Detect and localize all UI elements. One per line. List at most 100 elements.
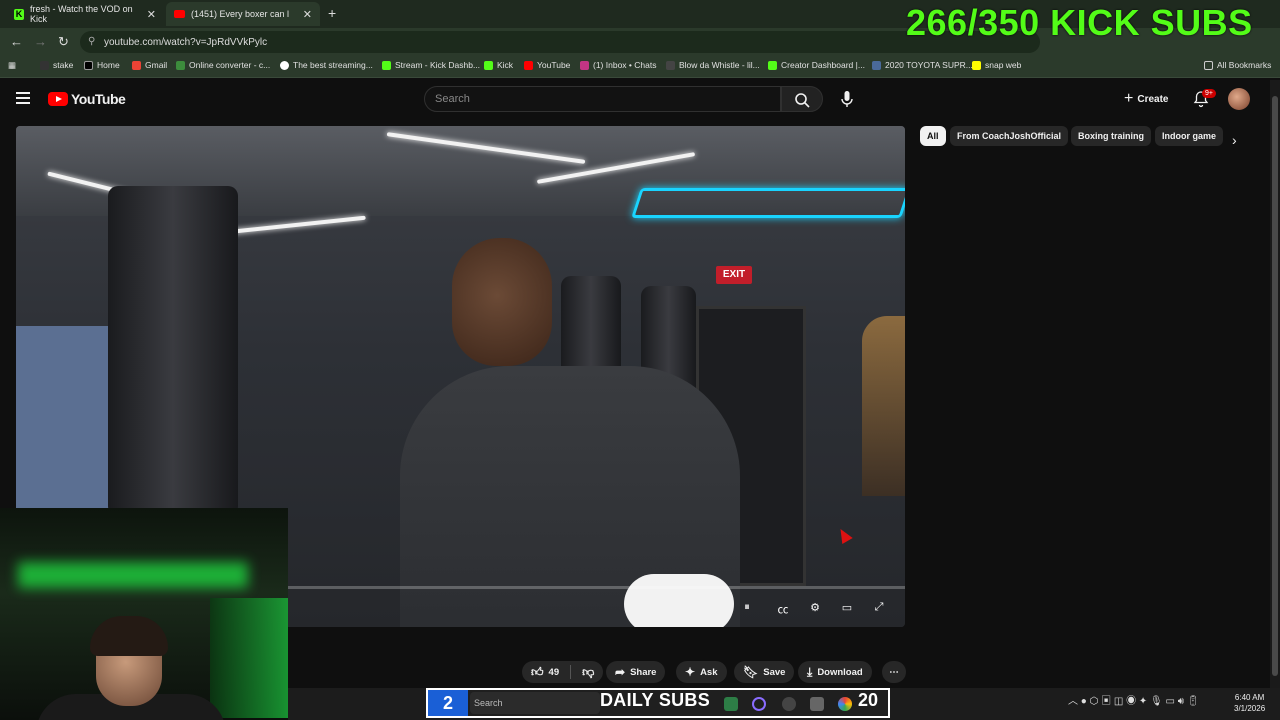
youtube-logo[interactable]: YouTube [48, 91, 126, 107]
folder-icon [1204, 60, 1213, 70]
music-icon [666, 60, 675, 70]
url-field[interactable]: ⚲ youtube.com/watch?v=JpRdVVkPylc [80, 31, 1040, 53]
close-tab-icon[interactable]: ✕ [303, 8, 312, 21]
like-count[interactable]: 49 [549, 667, 560, 678]
chip-from-coachjoshofficial[interactable]: From CoachJoshOfficial [950, 126, 1069, 146]
bookmark-toyota[interactable]: 2020 TOYOTA SUPR... [872, 60, 973, 70]
bookmark-online-converter[interactable]: Online converter - c... [176, 60, 270, 70]
settings-gear-icon[interactable]: ⚙ [806, 601, 824, 617]
app-icon[interactable] [724, 697, 738, 711]
streaming-icon [280, 60, 289, 70]
captions-icon[interactable]: ㏄ [774, 601, 792, 617]
new-tab-button[interactable]: + [328, 5, 336, 21]
car-icon [872, 60, 881, 70]
youtube-play-icon [48, 92, 68, 106]
chip-boxing-training[interactable]: Boxing training [1071, 126, 1151, 146]
forward-icon[interactable]: → [34, 34, 47, 49]
share-button[interactable]: ➦ Share [606, 661, 666, 683]
daily-subs-count-right: 20 [858, 690, 879, 710]
recommendation-chips: All From CoachJoshOfficial Boxing traini… [918, 126, 1268, 146]
sparkle-icon: ✦ [685, 665, 696, 679]
download-icon: ⤓ [807, 664, 813, 679]
bookmark-creator-dashboard[interactable]: Creator Dashboard |... [768, 60, 865, 70]
tab-kick-vod[interactable]: K fresh - Watch the VOD on Kick ✕ [6, 2, 164, 26]
voice-search-button[interactable] [836, 88, 858, 110]
thumbs-up-icon[interactable]: 👍︎ [531, 665, 544, 680]
stake-icon [40, 60, 49, 70]
bookmarks-bar: ▦ stake Home Gmail Online converter - c.… [0, 56, 1280, 78]
instagram-icon [580, 60, 589, 70]
microphone-icon [841, 91, 853, 107]
bookmark-streaming[interactable]: The best streaming... [280, 60, 373, 70]
app-icon[interactable] [810, 697, 824, 711]
page-scrollbar[interactable] [1270, 80, 1280, 690]
exit-sign: EXIT [716, 266, 752, 284]
scroll-thumb[interactable] [1272, 96, 1278, 676]
all-bookmarks[interactable]: All Bookmarks [1204, 60, 1271, 70]
youtube-icon [174, 10, 185, 18]
fullscreen-icon[interactable]: ⤢ [870, 601, 888, 617]
ask-button[interactable]: ✦ Ask [676, 661, 727, 683]
url-text: youtube.com/watch?v=JpRdVVkPylc [104, 36, 268, 48]
chip-all[interactable]: All [920, 126, 946, 146]
more-actions-button[interactable]: ⋯ [882, 661, 906, 683]
kick-icon [484, 60, 493, 70]
daily-subs-count-left: 2 [428, 690, 468, 716]
apps-icon[interactable]: ▦ [8, 60, 16, 71]
kick-icon: K [14, 8, 24, 20]
create-label: Create [1137, 93, 1169, 105]
bookmark-kick-dashboard[interactable]: Stream - Kick Dashb... [382, 60, 480, 70]
clock[interactable]: 6:40 AM 3/1/2026 [1234, 692, 1265, 714]
bookmark-gmail[interactable]: Gmail [132, 60, 167, 70]
thumbs-down-icon[interactable]: 👎︎ [582, 665, 594, 680]
daily-subs-label: DAILY SUBS [600, 690, 711, 710]
hamburger-menu-icon[interactable] [16, 92, 30, 104]
download-button[interactable]: ⤓ Download [798, 661, 872, 683]
x-icon [84, 60, 93, 70]
site-info-icon[interactable]: ⚲ [88, 36, 95, 47]
miniplayer-icon[interactable]: ▭ [838, 601, 856, 617]
clock-date: 3/1/2026 [1234, 704, 1266, 713]
plus-icon: + [1124, 90, 1134, 107]
app-icon[interactable] [782, 697, 796, 711]
bookmark-blow-da-whistle[interactable]: Blow da Whistle - lil... [666, 60, 760, 70]
kick-icon [768, 60, 777, 70]
search-input[interactable]: Search [424, 86, 781, 112]
chip-indoor-game[interactable]: Indoor game [1155, 126, 1223, 146]
bookmark-home[interactable]: Home [84, 60, 120, 70]
save-button[interactable]: 🔖︎ Save [734, 661, 795, 683]
search-button[interactable] [781, 86, 823, 112]
reload-icon[interactable]: ↻ [58, 34, 69, 50]
create-button[interactable]: + Create [1124, 90, 1168, 108]
tab-title: (1451) Every boxer can lear [191, 9, 289, 19]
close-tab-icon[interactable]: ✕ [147, 8, 156, 21]
more-icon: ⋯ [889, 666, 899, 678]
share-icon: ➦ [615, 665, 626, 679]
punching-bag [108, 186, 238, 516]
like-dislike-group: 👍︎ 49 👎︎ [522, 661, 604, 683]
pause-icon[interactable]: ⏸ [738, 601, 756, 617]
chevron-right-icon[interactable]: › [1232, 132, 1237, 148]
youtube-logo-text: YouTube [71, 91, 126, 107]
clock-time: 6:40 AM [1234, 693, 1265, 702]
taskbar-search[interactable]: Search [470, 692, 600, 714]
subs-goal-overlay: 266/350 KICK SUBS [906, 2, 1253, 43]
notification-badge: 9+ [1202, 89, 1216, 98]
neon-light [631, 188, 905, 218]
system-tray[interactable]: ︿ ● ⬡ ▣ ◫ ◉ ✦ 🎙︎ ▭ 🔊︎ 🔋︎ [1068, 692, 1200, 707]
chrome-icon[interactable] [838, 697, 852, 711]
back-icon[interactable]: ← [10, 34, 23, 49]
app-icon[interactable] [752, 697, 766, 711]
bookmark-snap-web[interactable]: snap web [972, 60, 1021, 70]
converter-icon [176, 60, 185, 70]
avatar[interactable] [1228, 88, 1250, 110]
youtube-header: YouTube Search + Create 9+ [0, 80, 1270, 118]
snapchat-icon [972, 60, 981, 70]
bookmark-inbox[interactable]: (1) Inbox • Chats [580, 60, 656, 70]
bookmark-kick[interactable]: Kick [484, 60, 513, 70]
bookmark-youtube[interactable]: YouTube [524, 60, 570, 70]
tab-youtube[interactable]: (1451) Every boxer can lear ✕ [166, 2, 320, 26]
kick-icon [382, 60, 391, 70]
bookmark-stake[interactable]: stake [40, 60, 73, 70]
webcam-overlay [0, 508, 288, 720]
